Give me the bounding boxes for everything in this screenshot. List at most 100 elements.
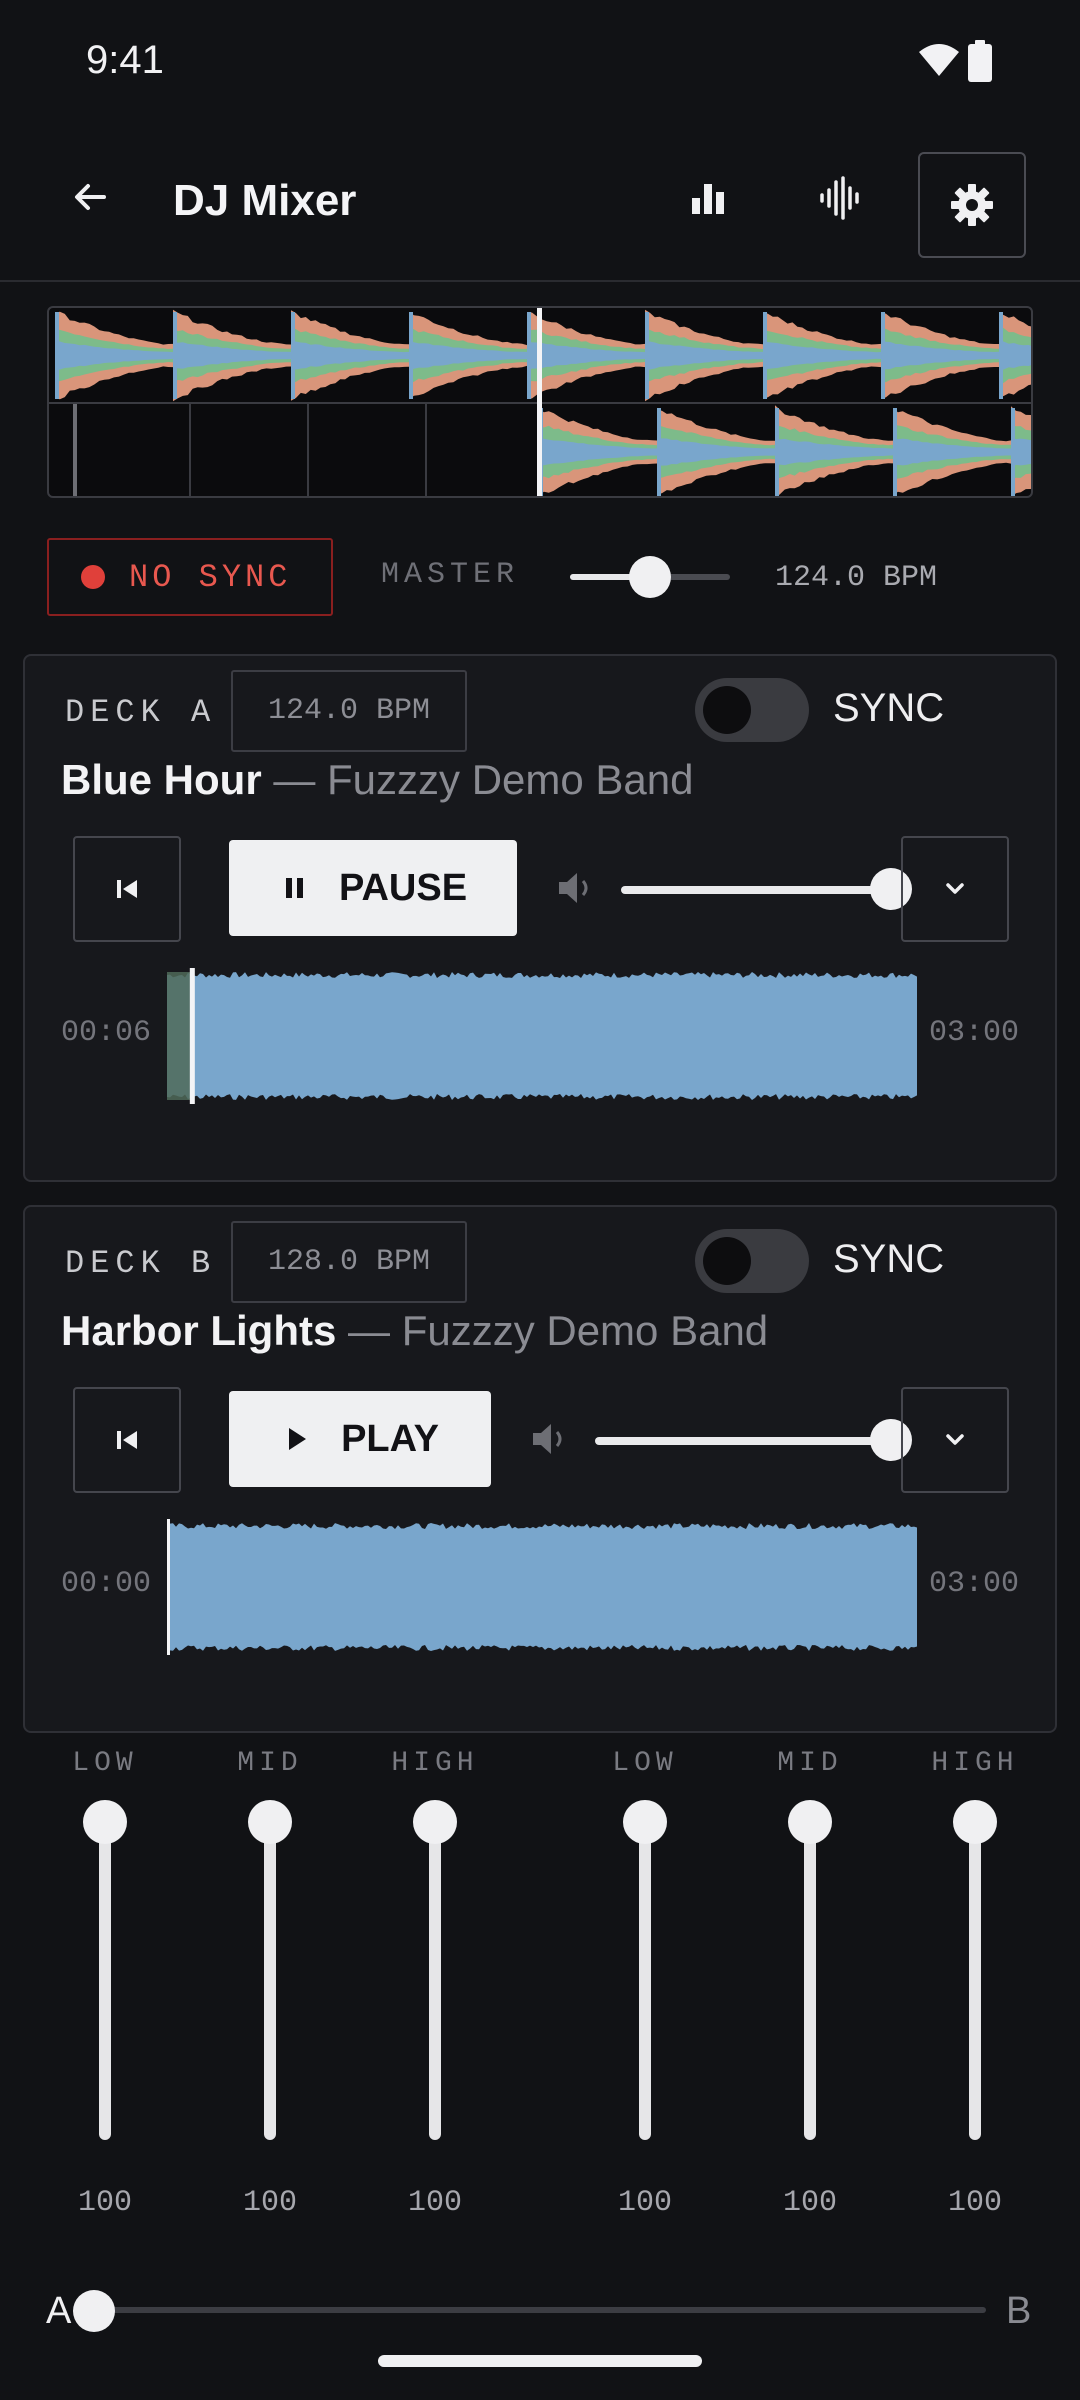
skip-back-button[interactable] bbox=[73, 836, 181, 942]
eq-label-a-high: HIGH bbox=[391, 1748, 479, 1779]
page-title: DJ Mixer bbox=[173, 176, 357, 225]
sync-label: SYNC bbox=[833, 1237, 945, 1281]
status-bar: 9:41 bbox=[0, 0, 1080, 130]
eq-label-b-low: LOW bbox=[612, 1748, 678, 1779]
settings-button[interactable] bbox=[918, 152, 1026, 258]
record-dot-icon bbox=[81, 565, 105, 589]
no-sync-button[interactable]: NO SYNC bbox=[47, 538, 333, 616]
overview-playhead bbox=[537, 308, 542, 496]
eq-thumb-a-low[interactable] bbox=[83, 1800, 127, 1844]
sync-toggle-knob bbox=[703, 686, 751, 734]
overview-beat-segment bbox=[881, 312, 999, 399]
play-pause-label: PAUSE bbox=[338, 866, 468, 909]
pause-button[interactable]: PAUSE bbox=[229, 840, 517, 936]
track-title: Blue Hour bbox=[61, 756, 262, 803]
overview-beat-segment bbox=[893, 408, 1011, 496]
eq-slider-b-low[interactable] bbox=[639, 1820, 651, 2140]
stats-button[interactable] bbox=[666, 156, 750, 240]
track-separator: — bbox=[261, 756, 328, 803]
played-region bbox=[167, 972, 192, 1100]
overview-beat-segment bbox=[291, 310, 409, 401]
play-pause-label: PLAY bbox=[341, 1417, 439, 1460]
eq-label-b-high: HIGH bbox=[931, 1748, 1019, 1779]
home-indicator[interactable] bbox=[378, 2355, 702, 2367]
overview-beat-segment bbox=[645, 309, 763, 402]
eq-slider-a-high[interactable] bbox=[429, 1820, 441, 2140]
no-sync-label: NO SYNC bbox=[129, 558, 292, 596]
eq-slider-b-mid[interactable] bbox=[804, 1820, 816, 2140]
overview-beat-segment bbox=[527, 312, 645, 399]
overview-beat-segment bbox=[409, 311, 527, 400]
skip-back-button[interactable] bbox=[73, 1387, 181, 1493]
deck-label: DECK A bbox=[65, 694, 217, 731]
play-button[interactable]: PLAY bbox=[229, 1391, 491, 1487]
crossfader-label-b: B bbox=[1006, 2290, 1032, 2332]
eq-value-b-high: 100 bbox=[947, 2186, 1003, 2220]
sync-toggle[interactable] bbox=[695, 1229, 809, 1293]
back-button[interactable] bbox=[55, 162, 125, 232]
eq-thumb-b-low[interactable] bbox=[623, 1800, 667, 1844]
app-bar: DJ Mixer bbox=[0, 130, 1080, 282]
eq-value-a-low: 100 bbox=[77, 2186, 133, 2220]
waveform-view-button[interactable] bbox=[798, 156, 882, 240]
time-total: 03:00 bbox=[929, 1016, 1020, 1050]
eq-label-a-low: LOW bbox=[72, 1748, 138, 1779]
eq-value-b-low: 100 bbox=[617, 2186, 673, 2220]
eq-value-b-mid: 100 bbox=[782, 2186, 838, 2220]
gear-icon bbox=[951, 184, 993, 226]
eq-thumb-a-high[interactable] bbox=[413, 1800, 457, 1844]
overview-beat-segment bbox=[539, 408, 657, 496]
volume-slider[interactable] bbox=[595, 1437, 891, 1445]
clock: 9:41 bbox=[86, 38, 164, 82]
grid-line bbox=[425, 404, 427, 496]
back-arrow-icon bbox=[75, 184, 106, 210]
eq-slider-a-low[interactable] bbox=[99, 1820, 111, 2140]
expand-button[interactable] bbox=[901, 1387, 1009, 1493]
playhead bbox=[189, 968, 195, 1104]
sync-toggle[interactable] bbox=[695, 678, 809, 742]
crossfader-slider[interactable] bbox=[94, 2307, 986, 2313]
overview-beat-segment bbox=[657, 408, 775, 496]
overview-beat-segment bbox=[1011, 406, 1031, 496]
chevron-down-icon bbox=[946, 1434, 964, 1445]
eq-label-b-mid: MID bbox=[777, 1748, 843, 1779]
beat-overview[interactable] bbox=[47, 306, 1033, 498]
deck-bpm: 124.0 BPM bbox=[231, 670, 467, 752]
eq-thumb-b-mid[interactable] bbox=[788, 1800, 832, 1844]
track-info: Blue Hour — Fuzzzy Demo Band bbox=[61, 756, 694, 804]
playhead bbox=[167, 1519, 170, 1655]
eq-thumb-b-high[interactable] bbox=[953, 1800, 997, 1844]
overview-beat-segment bbox=[55, 311, 173, 400]
volume-slider[interactable] bbox=[621, 886, 891, 894]
eq-slider-b-high[interactable] bbox=[969, 1820, 981, 2140]
bar-chart-icon bbox=[692, 184, 724, 214]
eq-thumb-a-mid[interactable] bbox=[248, 1800, 292, 1844]
overview-beat-segment bbox=[775, 405, 893, 496]
deck-b-panel: DECK B 128.0 BPM SYNC Harbor Lights — Fu… bbox=[23, 1205, 1057, 1733]
master-slider-thumb[interactable] bbox=[629, 556, 671, 598]
master-bpm: 124.0 BPM bbox=[775, 561, 938, 595]
track-waveform[interactable] bbox=[167, 968, 919, 1104]
track-artist: Fuzzzy Demo Band bbox=[327, 756, 694, 803]
eq-slider-a-mid[interactable] bbox=[264, 1820, 276, 2140]
waveform-body bbox=[167, 1523, 917, 1651]
track-title: Harbor Lights bbox=[61, 1307, 337, 1354]
eq-label-a-mid: MID bbox=[237, 1748, 303, 1779]
deck-label: DECK B bbox=[65, 1245, 217, 1282]
crossfader-thumb[interactable] bbox=[73, 2290, 115, 2332]
pause-icon bbox=[285, 878, 303, 898]
eq-value-a-high: 100 bbox=[407, 2186, 463, 2220]
eq-value-a-mid: 100 bbox=[242, 2186, 298, 2220]
skip-previous-icon bbox=[117, 880, 137, 898]
master-label: MASTER bbox=[381, 558, 520, 592]
lane-marker bbox=[73, 404, 77, 496]
waveform-body bbox=[167, 972, 917, 1100]
overview-beat-segment bbox=[999, 312, 1031, 399]
grid-line bbox=[189, 404, 191, 496]
skip-previous-icon bbox=[117, 1431, 137, 1449]
expand-button[interactable] bbox=[901, 836, 1009, 942]
play-icon bbox=[289, 1428, 307, 1450]
track-waveform[interactable] bbox=[167, 1519, 919, 1655]
sync-label: SYNC bbox=[833, 686, 945, 730]
volume-icon bbox=[559, 873, 588, 903]
